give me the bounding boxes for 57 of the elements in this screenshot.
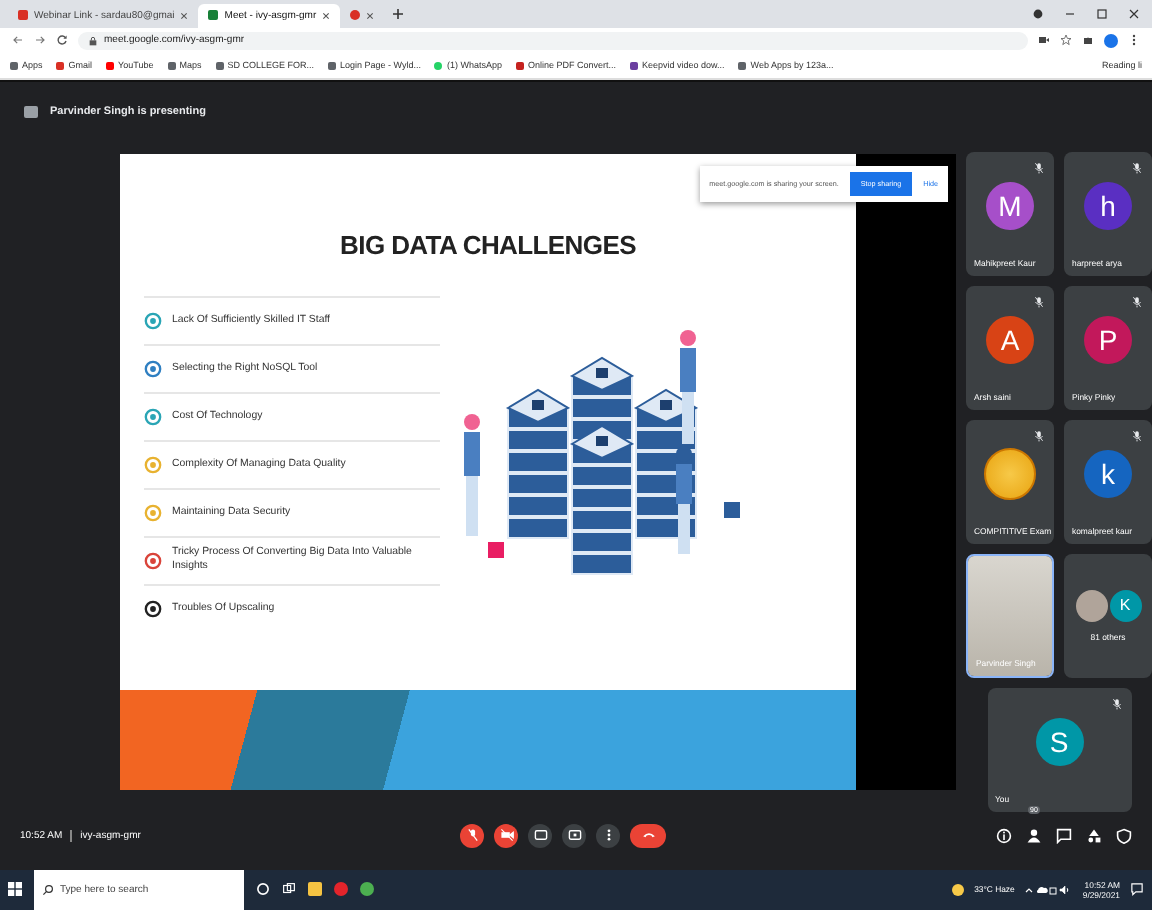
back-icon[interactable] bbox=[12, 34, 24, 47]
mic-off-icon bbox=[465, 828, 479, 843]
new-tab-icon[interactable] bbox=[392, 7, 405, 20]
avatar-circle: S bbox=[1035, 717, 1083, 766]
presentation-icon bbox=[24, 105, 38, 118]
maximize-icon[interactable] bbox=[1096, 7, 1108, 20]
avatar-circle: M bbox=[986, 181, 1034, 230]
menu-icon[interactable] bbox=[1128, 34, 1140, 47]
chat-icon[interactable] bbox=[1056, 827, 1072, 844]
info-icon[interactable] bbox=[996, 827, 1012, 844]
close-icon[interactable] bbox=[180, 11, 189, 20]
reload-icon[interactable] bbox=[56, 34, 68, 47]
avatar-circle: h bbox=[1084, 181, 1132, 230]
avatar-circle: A bbox=[986, 315, 1034, 364]
weather-icon bbox=[952, 883, 965, 896]
windows-start-icon[interactable] bbox=[8, 882, 22, 897]
minimize-icon[interactable] bbox=[1064, 7, 1076, 20]
cortana-icon[interactable] bbox=[256, 882, 270, 897]
chrome-icon[interactable] bbox=[360, 882, 374, 897]
task-view-icon[interactable] bbox=[282, 882, 296, 897]
avatar-circle: K bbox=[1109, 589, 1141, 622]
close-icon[interactable] bbox=[1128, 7, 1140, 20]
more-options-button[interactable] bbox=[596, 823, 620, 848]
people-icon[interactable] bbox=[1026, 827, 1042, 844]
notifications-icon[interactable] bbox=[1130, 882, 1144, 897]
star-icon[interactable] bbox=[1060, 34, 1072, 47]
activities-icon[interactable] bbox=[1086, 827, 1102, 844]
present-screen-icon bbox=[567, 828, 581, 843]
captions-button[interactable] bbox=[528, 823, 552, 848]
avatar-circle: P bbox=[1084, 315, 1132, 364]
shield-icon[interactable] bbox=[1116, 827, 1132, 844]
captions-icon bbox=[533, 828, 547, 843]
avatar-image-placeholder bbox=[984, 447, 1036, 500]
favicon-icon bbox=[18, 10, 28, 21]
avatar-circle: k bbox=[1084, 449, 1132, 498]
favicon-icon bbox=[350, 10, 361, 21]
forward-icon[interactable] bbox=[34, 34, 46, 47]
favicon-icon bbox=[208, 10, 219, 21]
close-icon[interactable] bbox=[322, 11, 331, 20]
camera-off-icon bbox=[499, 828, 513, 843]
mic-off-button[interactable] bbox=[460, 823, 484, 848]
end-call-button[interactable] bbox=[630, 823, 666, 848]
avatar-image-placeholder bbox=[1075, 589, 1107, 622]
system-tray-icons[interactable] bbox=[1024, 883, 1073, 896]
opera-icon[interactable] bbox=[334, 882, 348, 897]
camera-off-button[interactable] bbox=[494, 823, 518, 848]
video-placeholder bbox=[968, 555, 1052, 676]
search-icon bbox=[42, 883, 54, 896]
hang-up-icon bbox=[641, 828, 655, 843]
profile-avatar-icon[interactable] bbox=[1104, 33, 1118, 48]
profile-icon[interactable] bbox=[1032, 7, 1044, 20]
slide-title: BIG DATA CHALLENGES bbox=[338, 229, 638, 260]
lock-icon bbox=[88, 35, 98, 46]
present-button[interactable] bbox=[562, 823, 586, 848]
file-explorer-icon[interactable] bbox=[308, 882, 322, 897]
close-icon[interactable] bbox=[366, 11, 375, 20]
extensions-icon[interactable] bbox=[1082, 34, 1094, 47]
